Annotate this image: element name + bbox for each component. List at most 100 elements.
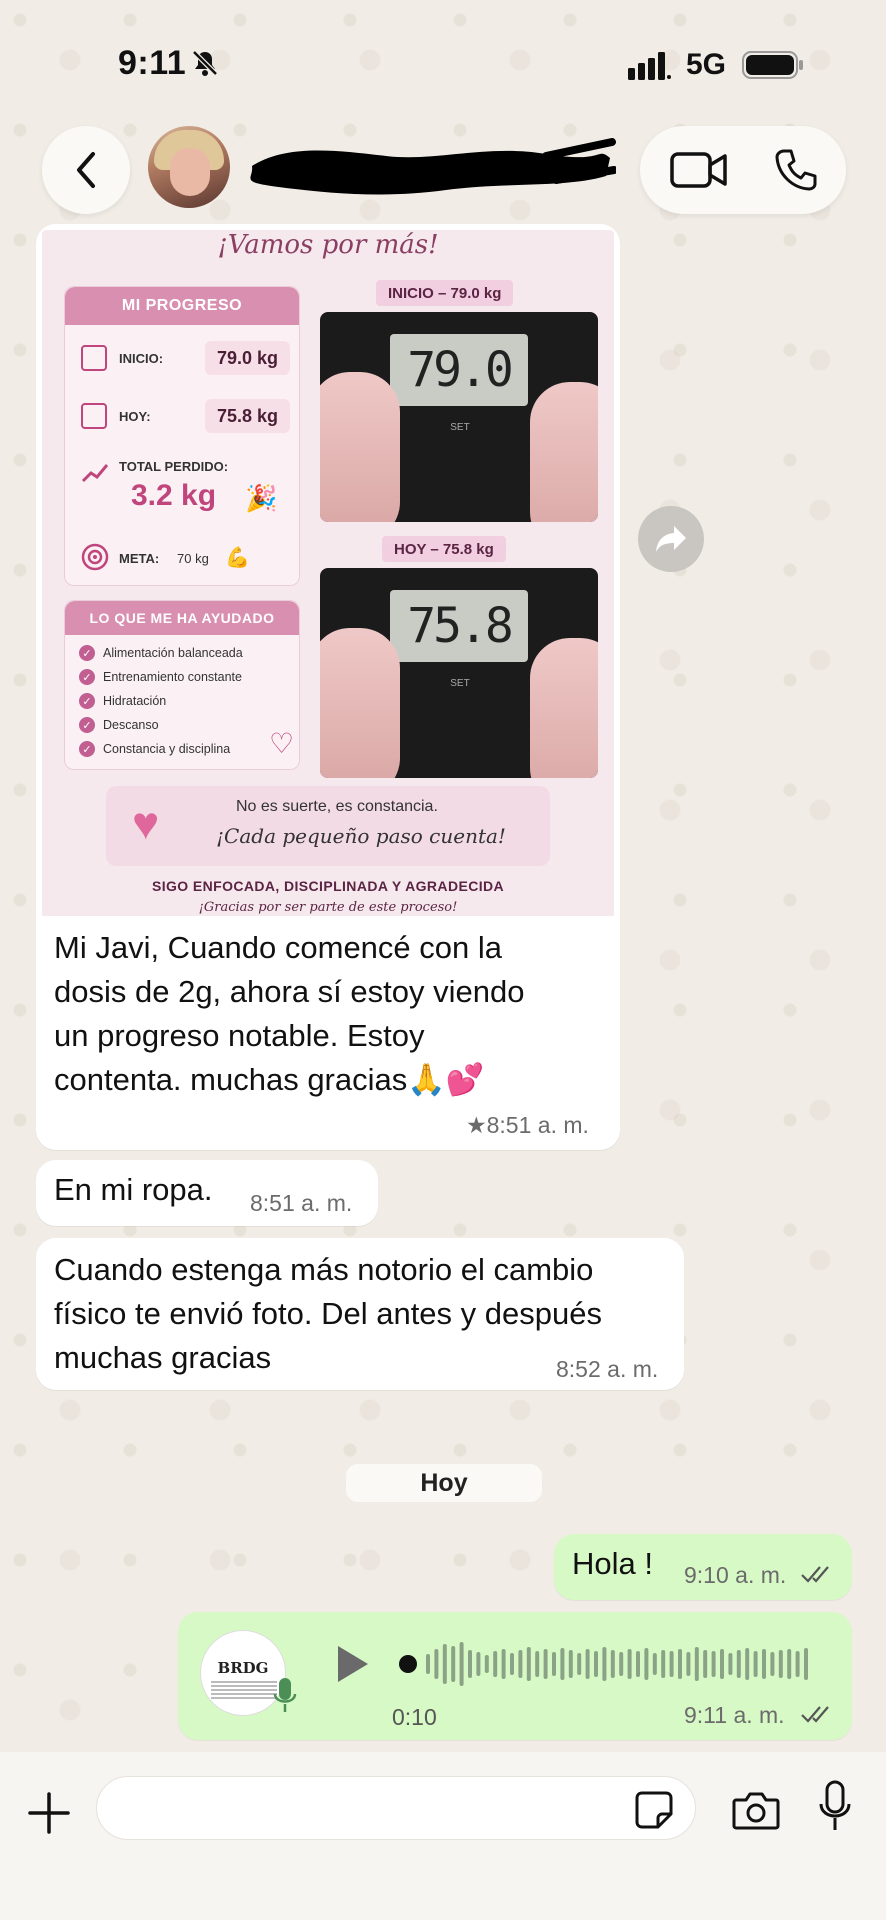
muscle-icon: 💪 [225,547,250,569]
right-foot [530,638,598,778]
scale-start-label: INICIO – 79.0 kg [376,280,514,306]
lost-label: TOTAL PERDIDO: [119,459,229,474]
waveform-bar [661,1650,666,1678]
helped-box: LO QUE ME HA AYUDADO ✓ Alimentación balan… [64,600,300,770]
waveform-bar [426,1654,430,1674]
waveform-bar [762,1649,766,1679]
waveform-bar [535,1651,540,1677]
progress-image[interactable]: ¡Vamos por más! MI PROGRESO INICIO: 79.0… [42,230,614,916]
contact-name-redacted[interactable] [246,136,616,200]
right-foot [530,382,598,522]
voice-waveform[interactable] [398,1640,818,1688]
waveform-bar [644,1648,649,1680]
waveform-bar [703,1650,708,1678]
playhead [399,1655,417,1673]
status-bar: 9:11 5G [0,0,886,120]
thumbnail-lines [211,1681,277,1699]
battery-icon [742,51,803,79]
helped-item: ✓ Hidratación [79,693,166,709]
thumbnail-text: BRDG [217,1659,269,1677]
waveform-bar [442,1644,447,1684]
scale-set-label: SET [450,422,470,433]
bell-muted-icon [192,50,218,76]
waveform-bar [552,1652,556,1676]
goal-value: 70 kg [177,551,209,566]
scale-display: 79.0 [390,334,528,406]
waveform-bar [770,1652,775,1676]
image-title: ¡Vamos por más! [217,230,439,260]
scale-today-photo: 75.8 SET [320,568,598,778]
network-type: 5G [686,48,727,81]
avatar-face [170,148,210,196]
waveform-bar [728,1653,733,1675]
waveform-bar [459,1642,464,1686]
waveform-bar [778,1650,783,1678]
waveform-bar [568,1650,573,1678]
message-time: 9:10 a. m. [684,1562,787,1588]
waveform-bar [451,1646,456,1682]
phone-icon[interactable] [774,148,818,192]
signal-icon [628,52,671,80]
target-icon [81,543,109,571]
calendar-icon [81,345,107,371]
scale-display: 75.8 [390,590,528,662]
microphone-icon[interactable] [818,1780,852,1832]
waveform-bar [804,1648,808,1680]
camera-icon[interactable] [732,1790,780,1830]
start-label: INICIO: [119,351,164,366]
goal-label: META: [119,551,160,566]
waveform-bar [594,1651,598,1677]
today-label: HOY: [119,409,151,424]
call-actions [640,126,846,214]
helped-item: ✓ Entrenamiento constante [79,669,242,685]
waveform-bar [627,1649,632,1679]
message-input[interactable] [96,1776,696,1840]
waveform-bar [560,1648,565,1680]
waveform-bar [669,1651,674,1677]
waveform-bar [510,1653,514,1675]
today-value: 75.8 kg [205,399,291,433]
waveform-bar [694,1647,699,1681]
waveform-bar [434,1649,439,1679]
waveform-bar [526,1647,531,1681]
heart-outline-icon: ♡ [269,728,295,759]
scale-set-label: SET [450,678,470,689]
left-foot [320,628,400,778]
composer-bar [0,1752,886,1920]
progress-box: MI PROGRESO INICIO: 79.0 kg HOY: 75.8 kg… [64,286,300,586]
waveform-bar [585,1649,590,1679]
forward-button[interactable] [638,506,704,572]
waveform-bar [468,1650,472,1678]
waveform-bar [501,1649,506,1679]
plus-icon[interactable] [28,1792,70,1834]
back-button[interactable] [42,126,130,214]
waveform-bar [619,1652,624,1676]
waveform-bar [636,1651,640,1677]
waveform-bar [711,1651,716,1677]
quote-line-2: ¡Cada pequeño paso cuenta! [216,824,506,848]
thanks-text: ¡Gracias por ser parte de este proceso! [198,900,458,915]
scale-today-label: HOY – 75.8 kg [382,536,506,562]
play-icon[interactable] [334,1644,370,1684]
waveform-bar [577,1653,582,1675]
waveform-bar [720,1649,724,1679]
message-text: Mi Javi, Cuando comencé con la dosis de … [54,930,525,1097]
waveform-bar [678,1649,682,1679]
waveform-bar [484,1655,489,1673]
sticker-icon[interactable] [634,1790,674,1830]
start-value: 79.0 kg [205,341,291,375]
message-text: Hola ! [572,1546,653,1581]
read-receipt-icon [801,1566,829,1583]
status-time: 9:11 [118,44,187,82]
waveform-bar [745,1648,750,1680]
lost-value: 3.2 kg [131,479,217,512]
waveform-bar [736,1650,741,1678]
waveform-bar [686,1652,691,1676]
contact-avatar[interactable] [148,126,230,208]
trend-chart-icon [81,464,109,483]
waveform-bar [753,1651,758,1677]
heart-icon: ♥ [132,797,160,849]
video-camera-icon[interactable] [670,150,728,190]
progress-heading: MI PROGRESO [65,287,299,325]
motto-text: SIGO ENFOCADA, DISCIPLINADA Y AGRADECIDA [151,878,505,894]
